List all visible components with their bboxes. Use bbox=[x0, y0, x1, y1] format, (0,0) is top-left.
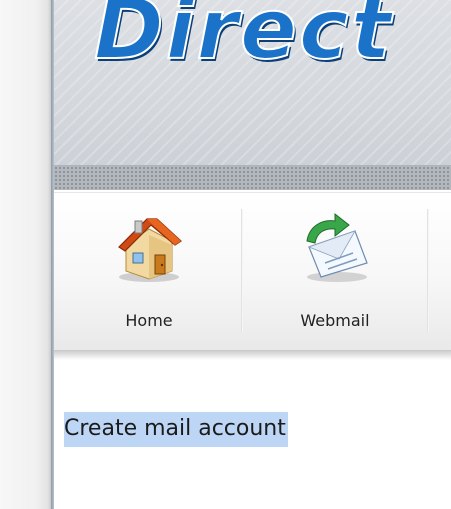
webmail-icon bbox=[306, 212, 368, 282]
nav-separator bbox=[427, 209, 429, 333]
nav-item-home[interactable]: Home bbox=[64, 211, 234, 341]
create-mail-account-link[interactable]: Create mail account bbox=[64, 412, 288, 447]
nav-item-label: Webmail bbox=[300, 311, 370, 330]
nav-shadow bbox=[54, 350, 451, 360]
brand-logo: Direct bbox=[93, 0, 393, 79]
nav-separator bbox=[241, 209, 243, 333]
banner-divider bbox=[54, 165, 451, 190]
nav-toolbar: Home Webmail bbox=[54, 192, 451, 351]
nav-item-label: Home bbox=[125, 311, 173, 330]
nav-item-webmail[interactable]: Webmail bbox=[250, 211, 420, 341]
left-gutter bbox=[0, 0, 51, 509]
header-banner: Direct bbox=[54, 0, 451, 190]
home-icon bbox=[118, 218, 182, 282]
page: Direct Home Webmail Create mail account bbox=[0, 0, 451, 509]
